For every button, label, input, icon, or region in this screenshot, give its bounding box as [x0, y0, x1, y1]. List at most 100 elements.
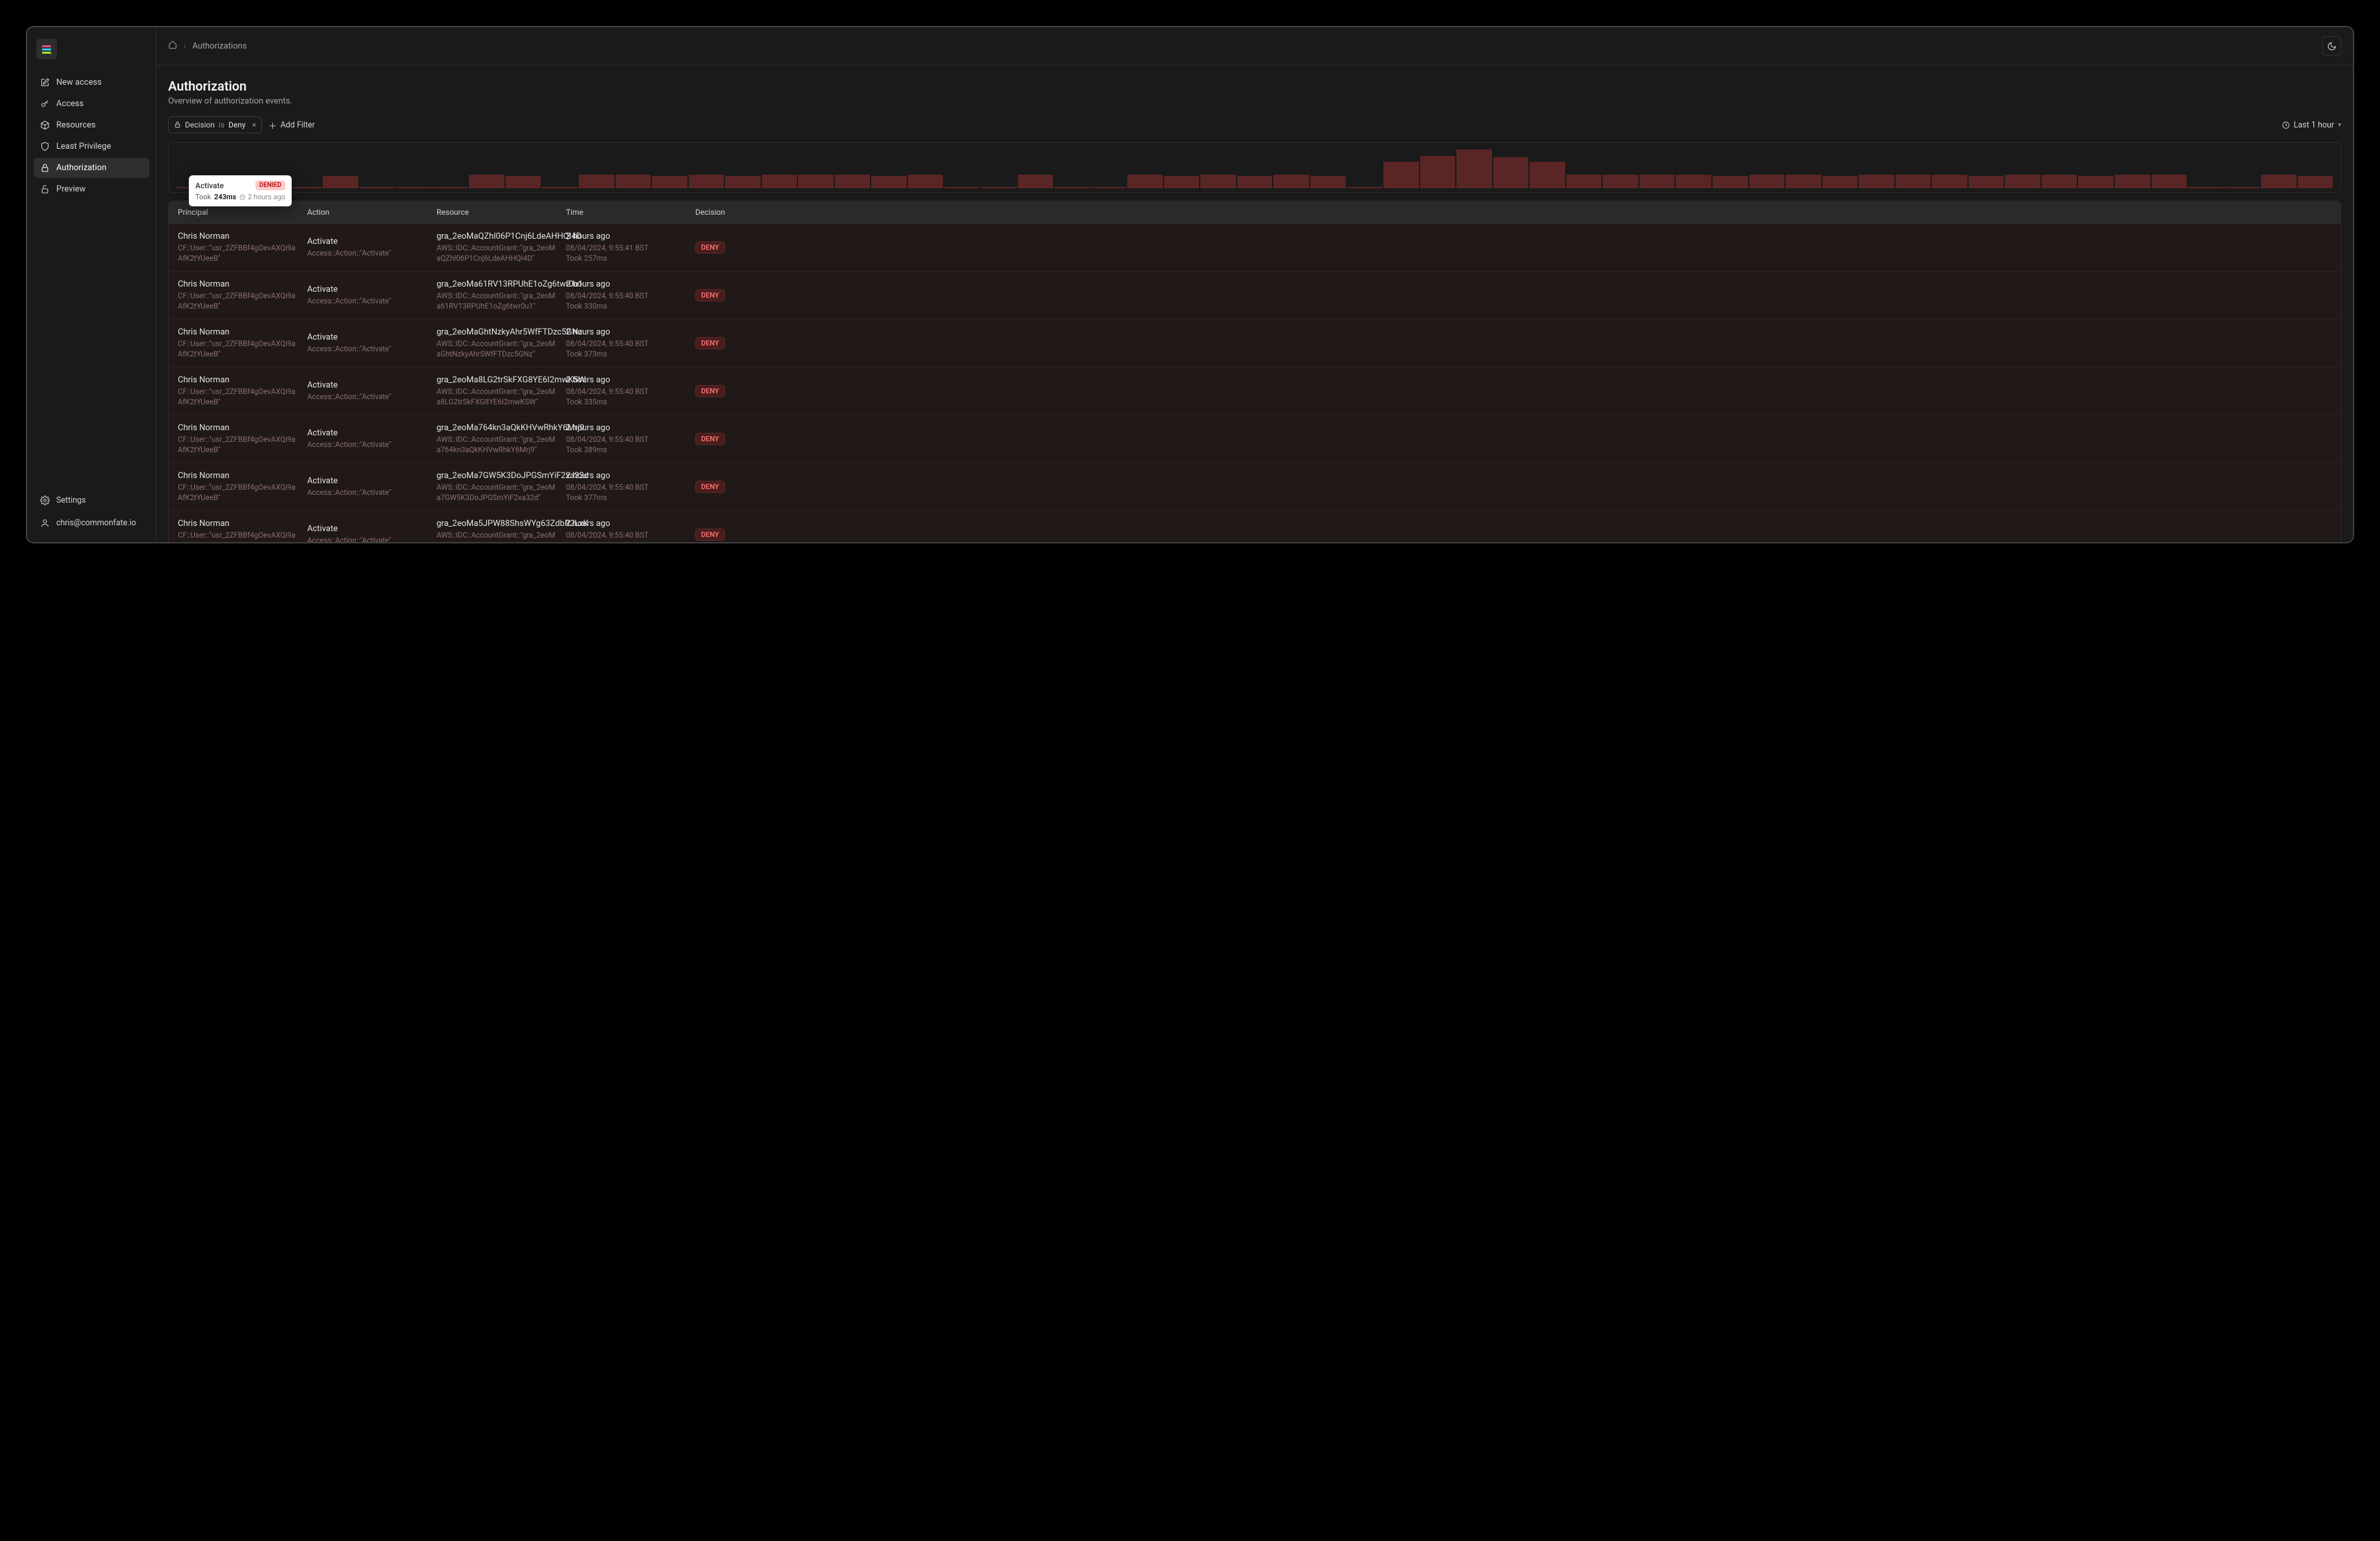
- sidebar-item-resources[interactable]: Resources: [34, 115, 149, 135]
- breadcrumb-page[interactable]: Authorizations: [192, 41, 246, 51]
- histogram-bar[interactable]: [835, 175, 871, 188]
- histogram-bar[interactable]: [1420, 156, 1456, 188]
- action-name: Activate: [307, 285, 437, 294]
- sidebar-item-authorization[interactable]: Authorization: [34, 158, 149, 178]
- histogram-bar[interactable]: [2261, 175, 2297, 188]
- resource-name: gra_2eoMa764kn3aQkKHVwRhkY6Mrj9: [437, 423, 566, 433]
- action-name: Activate: [307, 333, 437, 342]
- histogram-bar[interactable]: [908, 175, 944, 188]
- histogram-bar[interactable]: [1493, 157, 1529, 188]
- histogram-bar[interactable]: [2225, 187, 2260, 188]
- histogram-bar[interactable]: [1823, 176, 1858, 188]
- time-duration: Took 257ms: [566, 254, 695, 264]
- histogram-bar[interactable]: [1347, 187, 1383, 188]
- histogram-bar[interactable]: [1164, 176, 1200, 188]
- sidebar-item-new-access[interactable]: New access: [34, 72, 149, 93]
- chip-remove-icon[interactable]: ×: [250, 120, 256, 129]
- histogram-bar[interactable]: [1786, 175, 1821, 188]
- histogram-bar[interactable]: [689, 175, 724, 188]
- histogram-bar[interactable]: [1054, 187, 1090, 188]
- resource-name: gra_2eoMaQZhl06P1Cnj6LdeAHHQI4D: [437, 232, 566, 241]
- table-row[interactable]: Chris Norman CF::User::"usr_2ZFBBf4gOevA…: [169, 463, 2341, 511]
- sidebar-item-preview[interactable]: Preview: [34, 179, 149, 199]
- table-row[interactable]: Chris Norman CF::User::"usr_2ZFBBf4gOevA…: [169, 511, 2341, 542]
- user-icon: [40, 518, 50, 528]
- histogram-bar[interactable]: [1018, 175, 1054, 188]
- histogram-bar[interactable]: [1237, 176, 1273, 188]
- histogram-bar[interactable]: [981, 187, 1017, 188]
- action-id: Access::Action::"Activate": [307, 248, 437, 259]
- col-resource[interactable]: Resource: [437, 208, 566, 217]
- histogram-bar[interactable]: [469, 175, 504, 188]
- histogram-bar[interactable]: [360, 187, 395, 188]
- col-time[interactable]: Time: [566, 208, 695, 217]
- histogram-bar[interactable]: [1603, 175, 1638, 188]
- histogram-bar[interactable]: [1127, 175, 1163, 188]
- histogram-bar[interactable]: [1530, 162, 1565, 188]
- histogram-bar[interactable]: [1969, 176, 2004, 188]
- histogram-bar[interactable]: [323, 176, 358, 188]
- table-row[interactable]: Chris Norman CF::User::"usr_2ZFBBf4gOevA…: [169, 224, 2341, 272]
- histogram-bar[interactable]: [2115, 175, 2150, 188]
- histogram-bar[interactable]: [1456, 149, 1492, 188]
- resource-id: AWS::IDC::AccountGrant::"gra_2eoMaQZhl06…: [437, 243, 566, 263]
- histogram-bar[interactable]: [1566, 175, 1602, 188]
- histogram-bar[interactable]: [1200, 175, 1236, 188]
- sidebar-item-least-privilege[interactable]: Least Privilege: [34, 137, 149, 157]
- histogram-bar[interactable]: [2078, 176, 2114, 188]
- histogram-bar[interactable]: [579, 175, 614, 188]
- app-logo[interactable]: [36, 39, 57, 60]
- sidebar-item-access[interactable]: Access: [34, 94, 149, 114]
- time-duration: Took 335ms: [566, 397, 695, 408]
- histogram-bar[interactable]: [1859, 175, 1894, 188]
- histogram-bar[interactable]: [1713, 176, 1748, 188]
- filter-chip-decision[interactable]: Decision is Deny ×: [168, 116, 262, 133]
- col-decision[interactable]: Decision: [695, 208, 2331, 217]
- table-row[interactable]: Chris Norman CF::User::"usr_2ZFBBf4gOevA…: [169, 415, 2341, 463]
- histogram-bar[interactable]: [1091, 187, 1127, 188]
- action-id: Access::Action::"Activate": [307, 536, 437, 542]
- histogram-bar[interactable]: [433, 187, 468, 188]
- action-name: Activate: [307, 428, 437, 438]
- sidebar-item-label: Preview: [56, 184, 85, 194]
- sidebar-user[interactable]: chris@commonfate.io: [34, 513, 149, 533]
- histogram-bar[interactable]: [1676, 175, 1711, 188]
- histogram-bar[interactable]: [652, 176, 687, 188]
- histogram-bar[interactable]: [1749, 175, 1785, 188]
- histogram-bar[interactable]: [396, 187, 431, 188]
- histogram-bar[interactable]: [2298, 176, 2333, 188]
- theme-toggle[interactable]: [2322, 36, 2341, 56]
- histogram-bar[interactable]: [725, 176, 761, 188]
- histogram-bar[interactable]: [2005, 175, 2040, 188]
- histogram-bar[interactable]: [2152, 175, 2187, 188]
- histogram-bar[interactable]: [2042, 175, 2077, 188]
- add-filter-button[interactable]: ＋ Add Filter: [268, 119, 315, 131]
- time-absolute: 08/04/2024, 9:55:40 BST: [566, 530, 695, 541]
- time-range-select[interactable]: Last 1 hour ▾: [2282, 120, 2341, 130]
- histogram-bar[interactable]: [1383, 162, 1419, 188]
- histogram-bar[interactable]: [2188, 187, 2223, 188]
- primary-nav: New access Access Resources Least Privil…: [34, 72, 149, 490]
- table-row[interactable]: Chris Norman CF::User::"usr_2ZFBBf4gOevA…: [169, 367, 2341, 415]
- home-icon[interactable]: [168, 40, 177, 52]
- histogram-bar[interactable]: [1310, 176, 1346, 188]
- histogram-bar[interactable]: [1932, 175, 1967, 188]
- col-action[interactable]: Action: [307, 208, 437, 217]
- col-principal[interactable]: Principal: [178, 208, 307, 217]
- histogram-bar[interactable]: [1273, 175, 1309, 188]
- histogram-bar[interactable]: [506, 176, 541, 188]
- histogram-bar[interactable]: [944, 187, 980, 188]
- histogram-bar[interactable]: [762, 175, 797, 188]
- histogram-bar[interactable]: [1896, 175, 1931, 188]
- events-histogram[interactable]: [168, 142, 2341, 193]
- table-row[interactable]: Chris Norman CF::User::"usr_2ZFBBf4gOevA…: [169, 320, 2341, 367]
- histogram-bar[interactable]: [616, 175, 651, 188]
- sidebar-item-label: Least Privilege: [56, 142, 111, 151]
- sidebar-item-settings[interactable]: Settings: [34, 490, 149, 510]
- histogram-bar[interactable]: [1639, 175, 1675, 188]
- table-row[interactable]: Chris Norman CF::User::"usr_2ZFBBf4gOevA…: [169, 272, 2341, 320]
- histogram-bar[interactable]: [542, 187, 578, 188]
- histogram-bar[interactable]: [871, 176, 907, 188]
- histogram-bar[interactable]: [798, 175, 834, 188]
- time-relative: 2 hours ago: [566, 327, 695, 337]
